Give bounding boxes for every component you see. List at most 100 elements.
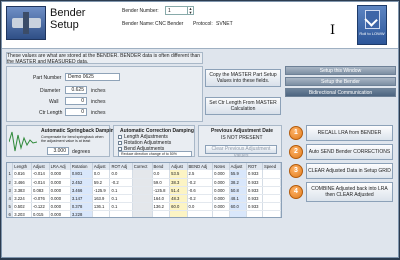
grid-cell[interactable]: 51.4 [169,186,188,195]
grid-cell[interactable]: 3.383 [12,186,32,195]
grid-cell[interactable]: 0.0 [187,202,214,211]
grid-cell[interactable]: -0.014 [31,170,50,179]
grid-cell[interactable]: 0.000 [212,186,230,195]
grid-cell[interactable]: 3.466 [12,178,32,187]
grid-cell[interactable] [187,210,214,217]
grid-cell[interactable]: 0.816 [12,170,32,179]
grid-cell[interactable]: -0.122 [31,202,50,211]
grid-cell[interactable]: 0.000 [49,210,71,217]
copy-master-button[interactable]: Copy the MASTER Part Setup Values into t… [205,69,281,87]
grid-cell[interactable]: 0.000 [49,194,71,203]
combine-adjusted-button[interactable]: COMBINE Adjusted back into LRA then CLEA… [306,182,393,202]
grid-cell[interactable]: 0.933 [246,202,263,211]
table-row[interactable]: 2 3.466 -0.014 0.000 2.452 59.2 -0.2 59.0 38.3 -0… [7,178,281,187]
grid-cell[interactable]: 0.000 [49,178,71,187]
grid-cell[interactable]: 0.1 [109,186,133,195]
grid-cell[interactable]: 50.8 [229,186,248,195]
grid-cell[interactable]: 59.2 [92,178,111,187]
wall-field[interactable]: 0 [65,97,87,105]
grid-cell[interactable] [92,210,111,217]
grid-cell[interactable]: 0.000 [49,202,71,211]
set-ctr-length-button[interactable]: Set Ctr Length From MASTER Calculation [205,97,281,115]
grid-cell[interactable]: 53.5 [169,170,188,179]
grid-cell[interactable] [132,194,153,203]
grid-cell[interactable] [246,210,263,217]
grid-cell[interactable] [262,178,281,187]
grid-cell[interactable]: 0.0 [92,170,111,179]
grid-cell[interactable]: -125.8 [152,186,171,195]
rotation-adjust-checkbox[interactable] [118,140,122,145]
grid-cell[interactable] [262,194,281,203]
table-row[interactable]: 5 0.502 -0.122 0.000 0.378 136.1 0.1 136.2 60.0 0… [7,202,281,211]
grid-cell[interactable]: 164.0 [152,194,171,203]
grid-cell[interactable]: 0.000 [212,202,230,211]
grid-cell[interactable]: 136.2 [152,202,171,211]
grid-cell[interactable]: 0.1 [109,202,133,211]
grid-cell[interactable] [262,202,281,211]
grid-cell[interactable]: 0.933 [246,186,263,195]
table-row[interactable]: 6 3.203 0.015 0.000 3.228 [7,210,281,217]
grid-cell[interactable]: 0.378 [70,202,93,211]
grid-cell[interactable]: 0.933 [246,170,263,179]
diameter-field[interactable]: 0.625 [65,86,87,94]
grid-cell[interactable]: 60.0 [169,202,188,211]
grid-cell[interactable]: 38.3 [169,178,188,187]
grid-cell[interactable]: 0.933 [246,194,263,203]
grid-cell[interactable]: 48.1 [229,194,248,203]
ctr-length-field[interactable]: 0 [65,108,87,116]
grid-cell[interactable]: -0.076 [31,194,50,203]
grid-cell[interactable] [152,210,171,217]
grid-cell[interactable]: 0.502 [12,202,32,211]
grid-cell[interactable]: -0.2 [187,178,214,187]
grid-cell[interactable] [109,210,133,217]
grid-cell[interactable]: 48.3 [169,194,188,203]
grid-cell[interactable]: 0.933 [246,178,263,187]
reduce-direction-select[interactable]: Reduce direction change of to 50% [118,151,192,157]
grid-cell[interactable]: 0.000 [212,178,230,187]
grid-cell[interactable]: 2.452 [70,178,93,187]
grid-cell[interactable]: 55.9 [229,170,248,179]
roll-to-loww-button[interactable]: Roll to LOWW [357,5,387,45]
grid-cell[interactable]: 3.466 [70,186,93,195]
grid-cell[interactable] [169,210,188,217]
springback-value-field[interactable]: 3.000 [47,147,69,155]
grid-cell[interactable] [262,210,281,217]
tab-setup-this-window[interactable]: Setup this Window [285,66,396,75]
grid-cell[interactable]: 38.2 [229,178,248,187]
grid-cell[interactable]: 0.083 [31,186,50,195]
auto-send-corrections-button[interactable]: Auto SEND Bender CORRECTIONS [306,144,393,160]
grid-cell[interactable] [262,170,281,179]
part-number-field[interactable]: Demo 0625 [65,73,120,81]
grid-cell[interactable]: -0.6 [187,186,214,195]
grid-cell[interactable]: 0.000 [49,186,71,195]
grid-cell[interactable]: 3.228 [70,210,93,217]
grid-cell[interactable]: 0.801 [70,170,93,179]
grid-cell[interactable] [132,210,153,217]
grid-cell[interactable]: -125.9 [92,186,111,195]
bender-number-spinner[interactable]: 1 ▲ ▼ [165,6,194,15]
grid-cell[interactable]: -0.014 [31,178,50,187]
grid-cell[interactable]: 60.0 [229,202,248,211]
table-row[interactable]: 4 3.224 -0.076 0.000 3.147 163.9 0.1 164.0 48.3-… [7,194,281,203]
grid-cell[interactable] [132,170,153,179]
grid-cell[interactable]: 0.0 [152,170,171,179]
length-adjust-checkbox[interactable] [118,134,122,139]
grid-cell[interactable]: 0.1 [109,194,133,203]
grid-cell[interactable] [132,202,153,211]
grid-cell[interactable] [132,178,153,187]
grid-cell[interactable]: -0.2 [187,194,214,203]
grid-cell[interactable]: 59.0 [152,178,171,187]
grid-cell[interactable]: 136.1 [92,202,111,211]
recall-lra-button[interactable]: RECALL LRA from BENDER [306,125,393,141]
grid-cell[interactable]: 3.203 [12,210,32,217]
grid-cell[interactable] [212,210,230,217]
table-row[interactable]: 3 3.383 0.083 0.000 3.466 -125.9 0.1 -125.8 51.4… [7,186,281,195]
grid-cell[interactable]: 3.224 [12,194,32,203]
table-row[interactable]: 1 0.816 -0.014 0.000 0.801 0.0 0.0 0.0 53.5 2.5 0.… [7,170,281,179]
grid-cell[interactable] [229,210,248,217]
grid-cell[interactable]: 2.5 [187,170,214,179]
grid-cell[interactable] [262,186,281,195]
tab-setup-the-bender[interactable]: Setup the Bender [285,77,396,86]
spinner-arrows-icon[interactable]: ▲ ▼ [187,7,193,14]
grid-cell[interactable] [132,186,153,195]
